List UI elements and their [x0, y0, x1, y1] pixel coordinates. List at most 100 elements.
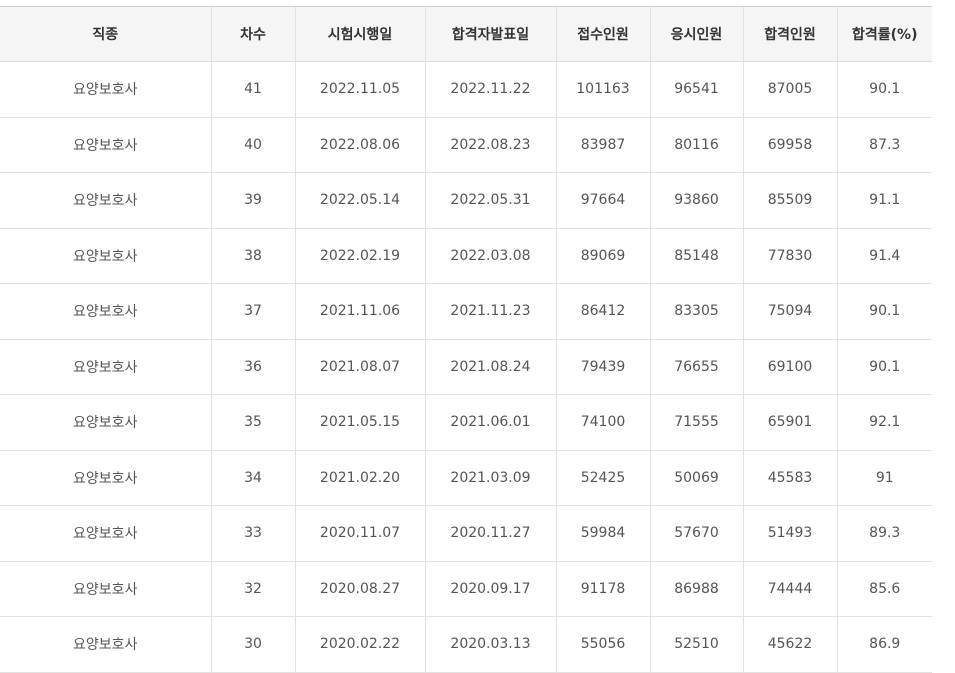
- header-round: 차수: [210, 6, 295, 62]
- cell-examinees: 71555: [649, 394, 743, 451]
- header-exam-date: 시험시행일: [294, 6, 425, 62]
- cell-examinees: 96541: [649, 61, 743, 118]
- cell-examinees: 85148: [649, 228, 743, 284]
- cell-applicants: 97664: [555, 172, 650, 229]
- cell-examinees: 83305: [649, 283, 743, 340]
- cell-pass-rate: 90.1: [836, 283, 932, 340]
- table-row: 요양보호사 34 2021.02.20 2021.03.09 52425 50069 455…: [0, 450, 932, 506]
- cell-applicants: 52425: [555, 450, 650, 506]
- cell-job-type: 요양보호사: [0, 283, 211, 340]
- cell-applicants: 79439: [555, 339, 650, 395]
- cell-announcement-date: 2022.05.31: [424, 172, 556, 229]
- cell-pass-rate: 86.9: [836, 616, 932, 673]
- cell-pass-rate: 89.3: [836, 505, 932, 562]
- table-row: 요양보호사 38 2022.02.19 2022.03.08 89069 85148 778…: [0, 228, 932, 284]
- cell-job-type: 요양보호사: [0, 339, 211, 395]
- cell-job-type: 요양보호사: [0, 616, 211, 673]
- table-body: 요양보호사 41 2022.11.05 2022.11.22 101163 96541 87…: [0, 61, 932, 673]
- cell-round: 34: [210, 450, 295, 506]
- cell-applicants: 55056: [555, 616, 650, 673]
- cell-exam-date: 2021.11.06: [294, 283, 425, 340]
- cell-passers: 85509: [742, 172, 837, 229]
- cell-round: 30: [210, 616, 295, 673]
- cell-pass-rate: 92.1: [836, 394, 932, 451]
- cell-job-type: 요양보호사: [0, 228, 211, 284]
- cell-examinees: 52510: [649, 616, 743, 673]
- cell-pass-rate: 87.3: [836, 117, 932, 173]
- cell-job-type: 요양보호사: [0, 505, 211, 562]
- cell-round: 37: [210, 283, 295, 340]
- cell-pass-rate: 90.1: [836, 339, 932, 395]
- cell-examinees: 80116: [649, 117, 743, 173]
- cell-exam-date: 2022.11.05: [294, 61, 425, 118]
- cell-exam-date: 2021.02.20: [294, 450, 425, 506]
- table-row: 요양보호사 41 2022.11.05 2022.11.22 101163 96541 87…: [0, 61, 932, 118]
- cell-passers: 75094: [742, 283, 837, 340]
- cell-passers: 69958: [742, 117, 837, 173]
- cell-announcement-date: 2022.03.08: [424, 228, 556, 284]
- cell-round: 41: [210, 61, 295, 118]
- table-row: 요양보호사 39 2022.05.14 2022.05.31 97664 93860 855…: [0, 172, 932, 229]
- cell-announcement-date: 2021.03.09: [424, 450, 556, 506]
- cell-passers: 45622: [742, 616, 837, 673]
- cell-exam-date: 2021.08.07: [294, 339, 425, 395]
- exam-results-table-container: 직종 차수 시험시행일 합격자발표일 접수인원 응시인원 합격인원 합격률(%)…: [0, 6, 932, 673]
- cell-exam-date: 2022.02.19: [294, 228, 425, 284]
- cell-exam-date: 2020.11.07: [294, 505, 425, 562]
- cell-job-type: 요양보호사: [0, 172, 211, 229]
- cell-exam-date: 2020.02.22: [294, 616, 425, 673]
- cell-applicants: 89069: [555, 228, 650, 284]
- cell-applicants: 74100: [555, 394, 650, 451]
- cell-announcement-date: 2020.09.17: [424, 561, 556, 617]
- cell-job-type: 요양보호사: [0, 61, 211, 118]
- header-passers: 합격인원: [742, 6, 837, 62]
- cell-job-type: 요양보호사: [0, 561, 211, 617]
- cell-examinees: 57670: [649, 505, 743, 562]
- cell-round: 33: [210, 505, 295, 562]
- cell-pass-rate: 85.6: [836, 561, 932, 617]
- table-row: 요양보호사 32 2020.08.27 2020.09.17 91178 86988 744…: [0, 561, 932, 617]
- cell-examinees: 93860: [649, 172, 743, 229]
- header-announcement-date: 합격자발표일: [424, 6, 556, 62]
- header-row: 직종 차수 시험시행일 합격자발표일 접수인원 응시인원 합격인원 합격률(%): [0, 6, 932, 62]
- table-header: 직종 차수 시험시행일 합격자발표일 접수인원 응시인원 합격인원 합격률(%): [0, 6, 932, 62]
- cell-exam-date: 2021.05.15: [294, 394, 425, 451]
- header-examinees: 응시인원: [649, 6, 743, 62]
- cell-announcement-date: 2022.08.23: [424, 117, 556, 173]
- header-pass-rate: 합격률(%): [836, 6, 932, 62]
- exam-results-table: 직종 차수 시험시행일 합격자발표일 접수인원 응시인원 합격인원 합격률(%)…: [0, 6, 932, 673]
- cell-pass-rate: 91: [836, 450, 932, 506]
- cell-announcement-date: 2020.11.27: [424, 505, 556, 562]
- cell-applicants: 59984: [555, 505, 650, 562]
- cell-round: 32: [210, 561, 295, 617]
- cell-exam-date: 2022.08.06: [294, 117, 425, 173]
- cell-exam-date: 2022.05.14: [294, 172, 425, 229]
- cell-pass-rate: 91.4: [836, 228, 932, 284]
- header-applicants: 접수인원: [555, 6, 650, 62]
- cell-passers: 87005: [742, 61, 837, 118]
- cell-announcement-date: 2021.08.24: [424, 339, 556, 395]
- cell-announcement-date: 2022.11.22: [424, 61, 556, 118]
- cell-pass-rate: 91.1: [836, 172, 932, 229]
- cell-announcement-date: 2021.06.01: [424, 394, 556, 451]
- table-row: 요양보호사 40 2022.08.06 2022.08.23 83987 80116 699…: [0, 117, 932, 173]
- cell-applicants: 83987: [555, 117, 650, 173]
- table-row: 요양보호사 36 2021.08.07 2021.08.24 79439 76655 691…: [0, 339, 932, 395]
- cell-passers: 69100: [742, 339, 837, 395]
- cell-applicants: 86412: [555, 283, 650, 340]
- table-row: 요양보호사 35 2021.05.15 2021.06.01 74100 71555 659…: [0, 394, 932, 451]
- cell-applicants: 101163: [555, 61, 650, 118]
- cell-job-type: 요양보호사: [0, 117, 211, 173]
- cell-examinees: 50069: [649, 450, 743, 506]
- cell-passers: 65901: [742, 394, 837, 451]
- cell-announcement-date: 2021.11.23: [424, 283, 556, 340]
- table-row: 요양보호사 37 2021.11.06 2021.11.23 86412 83305 750…: [0, 283, 932, 340]
- header-job-type: 직종: [0, 6, 211, 62]
- cell-round: 39: [210, 172, 295, 229]
- cell-passers: 45583: [742, 450, 837, 506]
- cell-applicants: 91178: [555, 561, 650, 617]
- cell-exam-date: 2020.08.27: [294, 561, 425, 617]
- cell-passers: 51493: [742, 505, 837, 562]
- cell-round: 38: [210, 228, 295, 284]
- cell-announcement-date: 2020.03.13: [424, 616, 556, 673]
